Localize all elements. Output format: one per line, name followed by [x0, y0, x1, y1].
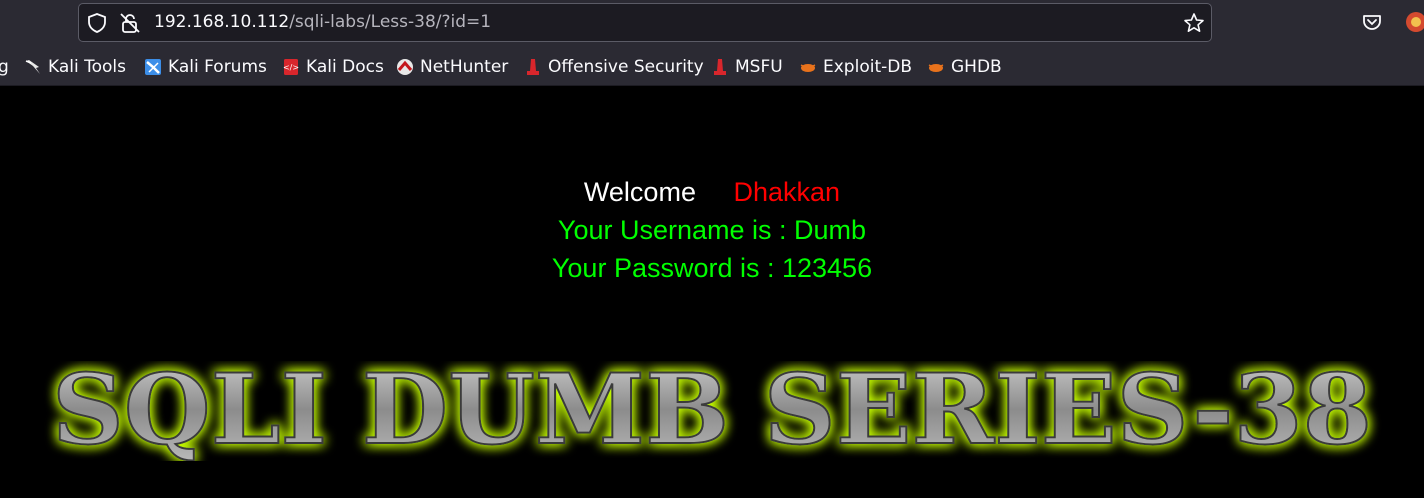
url-text[interactable]: 192.168.10.112/sqli-labs/Less-38/?id=1: [154, 12, 491, 32]
welcome-name: Dhakkan: [733, 177, 841, 207]
url-host: 192.168.10.112: [154, 12, 290, 32]
offsec-icon: [527, 59, 539, 75]
extension-icon[interactable]: [1404, 10, 1424, 34]
welcome-label: Welcome: [583, 177, 696, 207]
shield-icon[interactable]: [86, 12, 108, 34]
bookmark-label: g: [0, 57, 9, 77]
nethunter-icon: [397, 59, 413, 75]
bookmark-offensive-security[interactable]: Offensive Security: [524, 56, 704, 78]
pocket-icon[interactable]: [1362, 12, 1382, 32]
lock-warning-icon[interactable]: [119, 12, 141, 34]
bookmark-partial[interactable]: g: [0, 56, 9, 78]
bookmark-label: MSFU: [735, 57, 783, 77]
bookmark-nethunter[interactable]: NetHunter: [396, 56, 508, 78]
msfu-icon: [714, 59, 726, 75]
svg-text:</>: </>: [283, 63, 299, 72]
url-path: /sqli-labs/Less-38/?id=1: [289, 12, 492, 32]
bookmark-exploit-db[interactable]: Exploit-DB: [799, 56, 912, 78]
bookmark-label: Kali Forums: [168, 57, 267, 77]
bookmark-label: Kali Docs: [306, 57, 384, 77]
bookmark-label: Kali Tools: [48, 57, 126, 77]
kali-docs-icon: </>: [283, 59, 299, 75]
sqli-dumb-series-banner: SQLI DUMB SERIES-38: [51, 361, 1373, 461]
browser-toolbar: 192.168.10.112/sqli-labs/Less-38/?id=1: [0, 0, 1424, 46]
bookmark-msfu[interactable]: MSFU: [711, 56, 783, 78]
username-line: Your Username is : Dumb: [557, 215, 867, 245]
kali-forums-icon: [145, 59, 161, 75]
bookmark-label: NetHunter: [420, 57, 509, 77]
bookmark-label: Offensive Security: [548, 57, 704, 77]
address-bar[interactable]: 192.168.10.112/sqli-labs/Less-38/?id=1: [78, 3, 1212, 42]
ghdb-icon: [928, 64, 944, 72]
welcome-line: Welcome Dhakkan: [0, 177, 1424, 208]
kali-dragon-icon: [25, 60, 40, 74]
bookmark-label: Exploit-DB: [823, 57, 912, 77]
bookmark-kali-tools[interactable]: Kali Tools: [24, 56, 126, 78]
bookmark-kali-forums[interactable]: Kali Forums: [144, 56, 267, 78]
bookmarks-bar: g Kali Tools Kali Forums </> Kali Docs N…: [0, 46, 1424, 86]
bookmark-ghdb[interactable]: GHDB: [927, 56, 1002, 78]
password-line: Your Password is : 123456: [551, 253, 873, 283]
page-content: Welcome Dhakkan Your Username is : Dumb …: [0, 86, 1424, 498]
banner-text: SQLI DUMB SERIES-38: [52, 361, 1372, 461]
bookmark-label: GHDB: [951, 57, 1002, 77]
exploit-db-icon: [800, 64, 816, 72]
bookmark-kali-docs[interactable]: </> Kali Docs: [282, 56, 384, 78]
star-icon[interactable]: [1183, 12, 1205, 34]
